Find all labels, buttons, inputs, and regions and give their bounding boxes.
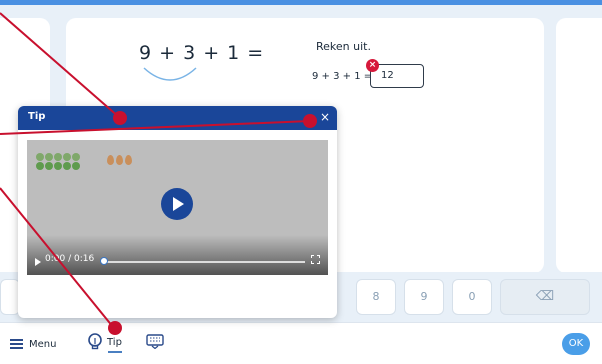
popup-title: Tip: [28, 111, 46, 122]
next-exercise-card[interactable]: [556, 18, 602, 273]
play-button[interactable]: [161, 188, 193, 220]
key-0[interactable]: 0: [452, 279, 492, 315]
instruction-text: Reken uit.: [316, 40, 371, 53]
keyboard-button[interactable]: [146, 333, 164, 353]
video-player[interactable]: 0:00 / 0:16: [27, 140, 328, 275]
menu-button[interactable]: Menu: [10, 334, 56, 354]
ten-frame-illustration: [36, 153, 80, 161]
answer-value: 12: [381, 70, 394, 81]
hamburger-icon: [10, 339, 23, 349]
fullscreen-icon[interactable]: [311, 255, 320, 264]
tip-button[interactable]: Tip: [87, 333, 122, 351]
main-equation: 9 + 3 + 1 =: [139, 42, 265, 64]
grouping-arc-icon: [143, 67, 197, 81]
small-equation: 9 + 3 + 1 =: [312, 71, 373, 82]
play-icon: [173, 197, 184, 211]
tip-label: Tip: [107, 336, 122, 348]
keyboard-icon: [146, 334, 164, 350]
key-8[interactable]: 8: [356, 279, 396, 315]
tip-popup: Tip × 0:00 / 0:16: [18, 106, 337, 318]
video-progress-track[interactable]: [105, 261, 305, 263]
delete-key[interactable]: ⌫: [500, 279, 590, 315]
small-play-icon[interactable]: [35, 258, 41, 266]
lightbulb-icon: [88, 333, 102, 350]
key-partial-left[interactable]: [0, 279, 20, 315]
tip-active-indicator: [108, 351, 122, 353]
top-accent-bar: [0, 0, 602, 5]
menu-label: Menu: [29, 338, 57, 350]
video-progress-knob[interactable]: [100, 257, 108, 265]
video-time: 0:00 / 0:16: [45, 254, 95, 264]
popup-header: [18, 106, 337, 130]
key-9[interactable]: 9: [404, 279, 444, 315]
error-badge: ×: [366, 59, 379, 72]
ok-button[interactable]: OK: [562, 333, 590, 355]
close-icon[interactable]: ×: [320, 110, 330, 124]
eggs-illustration: [107, 155, 132, 165]
ten-frame-illustration-row2: [36, 162, 80, 170]
